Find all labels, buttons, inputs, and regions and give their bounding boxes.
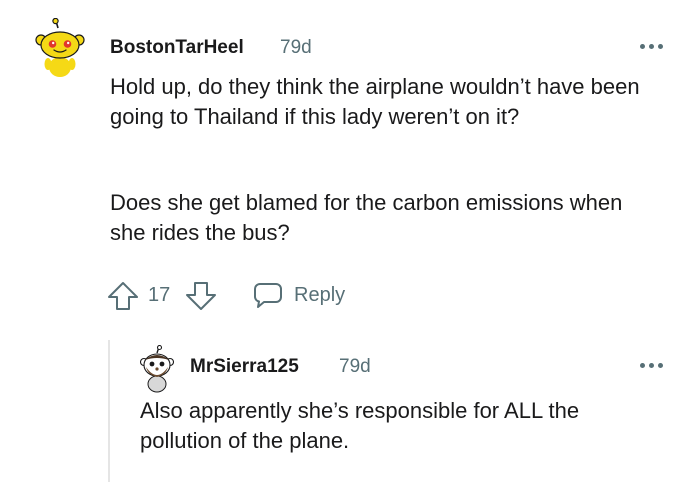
vote-count: 17 <box>148 284 171 306</box>
snoo-avatar-icon[interactable] <box>34 17 86 78</box>
reply-button[interactable]: Reply <box>252 278 357 312</box>
more-options-icon[interactable] <box>639 355 665 375</box>
speech-bubble-icon <box>252 281 284 309</box>
comment: BostonTarHeel 79d Hold up, do they think… <box>0 0 700 482</box>
upvote-arrow-icon[interactable] <box>106 280 140 312</box>
more-options-icon[interactable] <box>639 36 665 56</box>
comment-body-paragraph: Hold up, do they think the airplane woul… <box>110 74 640 129</box>
comment-author[interactable]: BostonTarHeel <box>110 37 244 59</box>
comment-body-paragraph: Does she get blamed for the carbon emiss… <box>110 190 623 245</box>
reply-author[interactable]: MrSierra125 <box>190 356 299 378</box>
thread-line[interactable] <box>108 340 110 482</box>
reply-body-paragraph: Also apparently she’s responsible for AL… <box>140 398 580 453</box>
comment-timestamp[interactable]: 79d <box>280 37 312 59</box>
reply-timestamp[interactable]: 79d <box>339 356 371 378</box>
downvote-arrow-icon[interactable] <box>184 280 218 312</box>
reply-label: Reply <box>294 284 346 306</box>
bearded-snoo-avatar-icon[interactable] <box>139 344 175 393</box>
